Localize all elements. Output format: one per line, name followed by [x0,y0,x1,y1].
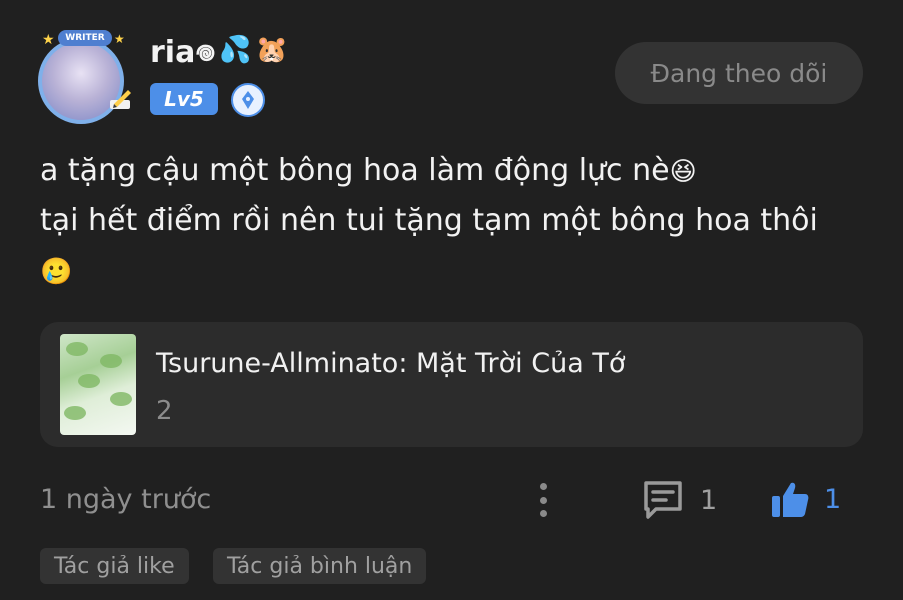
comment-time: 1 ngày trước [40,484,212,515]
comment-line-1-text: a tặng cậu một bông hoa làm động lực nè [40,153,670,188]
star-icon: ★ [114,32,125,46]
like-button[interactable]: 1 [770,476,841,522]
laughing-emoji: 😆 [669,157,697,187]
level-badge: Lv5 [150,83,218,115]
dot-icon [539,496,547,504]
story-title: Tsurune-Allminato: Mặt Trời Của Tớ [156,348,626,379]
story-thumbnail [60,334,136,435]
smiling-tear-emoji: 🥲 [40,257,73,287]
dot-icon [539,483,547,490]
more-options-button[interactable] [530,480,556,520]
star-icon: ★ [42,32,55,48]
writer-banner: WRITER [58,30,112,46]
user-avatar[interactable]: ★ ★ WRITER [34,30,134,130]
comment-text: a tặng cậu một bông hoa làm động lực nè😆… [40,146,870,296]
username-text: ria𖦹 [150,34,216,70]
dot-icon [539,510,547,517]
like-count: 1 [824,483,842,515]
username[interactable]: ria𖦹 💦 🐹 [150,28,288,72]
comment-line-1: a tặng cậu một bông hoa làm động lực nè😆 [40,146,870,196]
author-liked-tag: Tác giả like [40,548,189,584]
hamster-emoji: 🐹 [255,35,289,65]
comment-line-2: tại hết điểm rồi nên tui tặng tạm một bô… [40,203,818,238]
thumbs-up-icon [772,482,809,517]
pen-book-icon [110,90,131,109]
reply-count: 1 [700,484,718,516]
reply-button[interactable]: 1 [642,477,717,523]
story-chapter: 2 [156,396,173,426]
story-card[interactable]: Tsurune-Allminato: Mặt Trời Của Tớ 2 [40,322,863,447]
writer-badge-icon [231,83,265,117]
comment-bubble-icon [644,481,682,519]
following-button[interactable]: Đang theo dõi [615,42,863,104]
pen-nib-icon [242,91,254,109]
comment-line-3: 🥲 [40,246,870,296]
sweat-droplets-emoji: 💦 [219,35,252,65]
author-commented-tag: Tác giả bình luận [213,548,427,584]
